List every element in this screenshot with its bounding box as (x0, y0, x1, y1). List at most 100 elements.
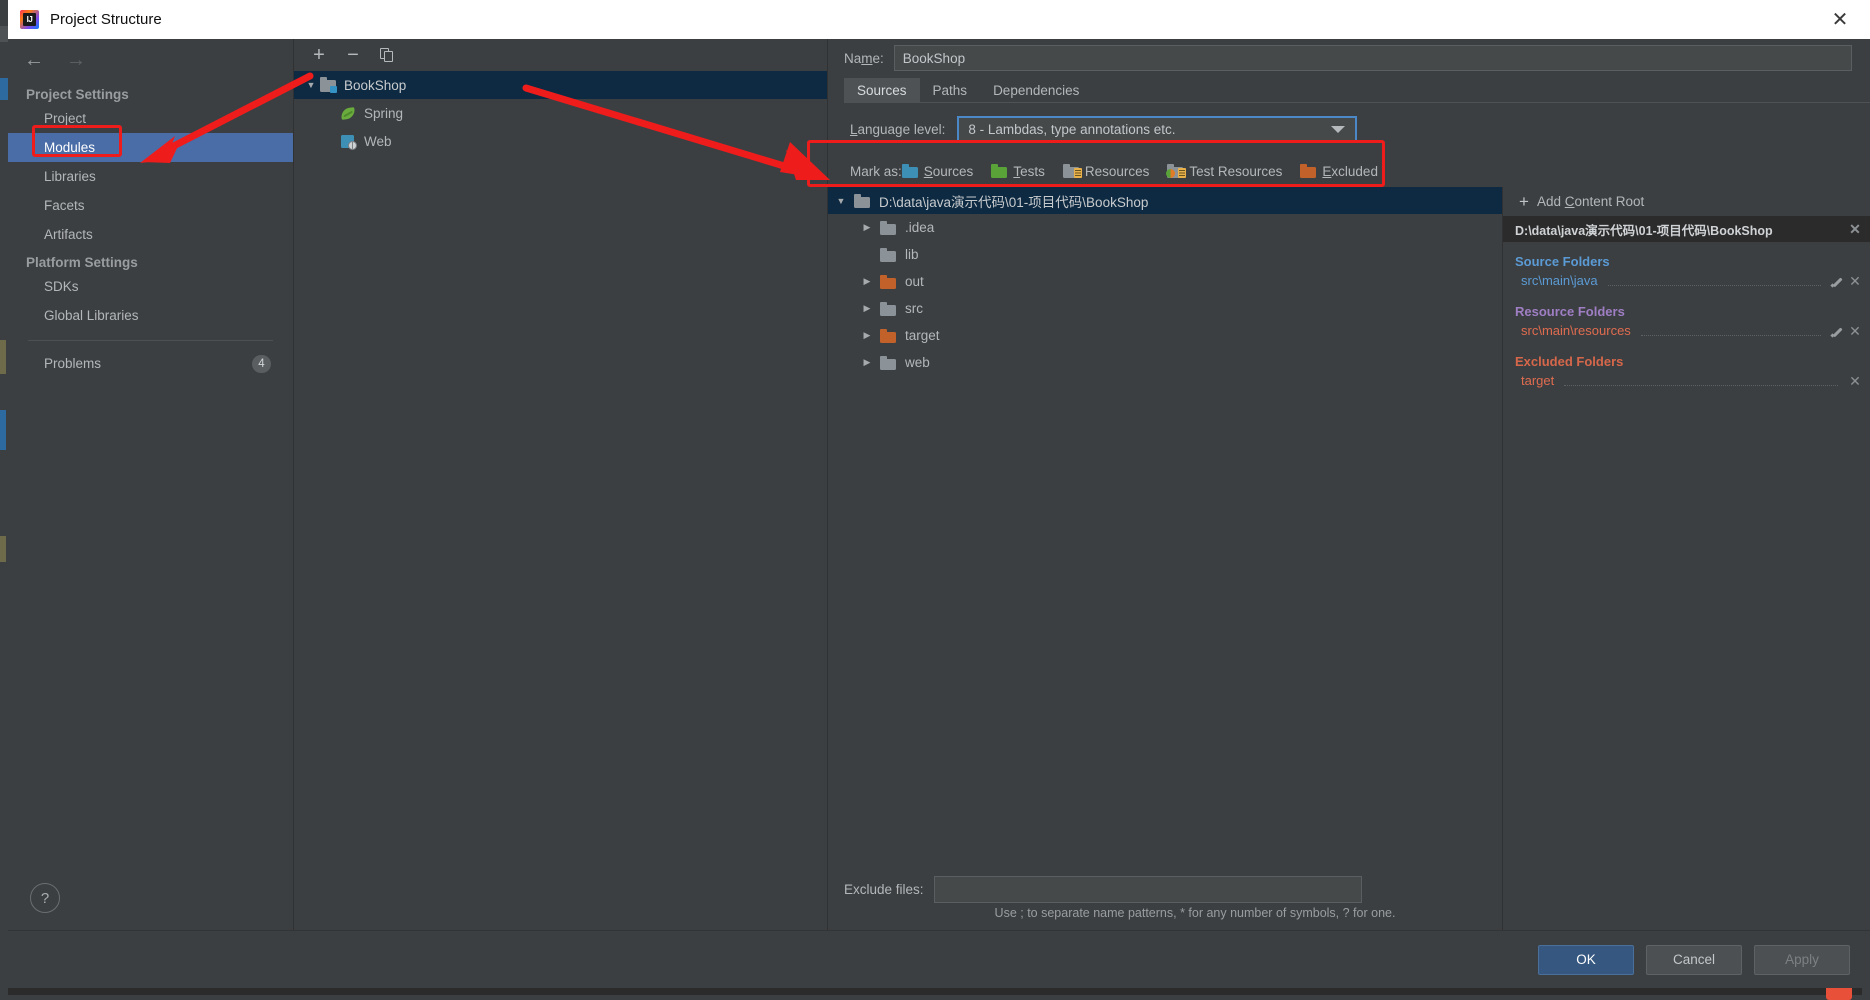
add-content-root-button[interactable]: + Add Content Root (1503, 187, 1870, 216)
mark-as-excluded-button[interactable]: Excluded (1300, 164, 1378, 179)
exclude-files-input[interactable] (933, 875, 1362, 903)
remove-resource-folder-icon[interactable]: ✕ (1848, 324, 1862, 338)
filetree-row-out[interactable]: ▶ out (828, 268, 1502, 295)
language-level-value: 8 - Lambdas, type annotations etc. (968, 121, 1176, 137)
filetree-label: D:\data\java演示代码\01-项目代码\BookShop (879, 194, 1149, 210)
filetree-row-idea[interactable]: ▶ .idea (828, 214, 1502, 241)
remove-excluded-folder-icon[interactable]: ✕ (1848, 374, 1862, 388)
excluded-folder-icon (1300, 164, 1318, 178)
dialog-title: Project Structure (50, 11, 162, 28)
language-level-label: Language level: (850, 121, 946, 137)
chevron-right-icon[interactable]: ▶ (854, 303, 880, 314)
remove-source-folder-icon[interactable]: ✕ (1848, 274, 1862, 288)
remove-content-root-icon[interactable]: ✕ (1848, 222, 1862, 236)
mark-as-sources-button[interactable]: Sources (901, 163, 974, 179)
chevron-down-icon[interactable]: ▼ (302, 80, 320, 90)
excluded-folder-path: target (1521, 373, 1555, 388)
source-folders-section: Source Folders src\main\java ✕ (1503, 254, 1870, 292)
dialog-body: ← → Project Settings Project Modules Lib… (8, 39, 1870, 930)
forward-arrow-icon[interactable]: → (66, 50, 86, 70)
mark-as-test-resources-button[interactable]: Test Resources (1166, 163, 1283, 179)
tab-dependencies[interactable]: Dependencies (980, 78, 1092, 102)
filetree-row-src[interactable]: ▶ src (828, 295, 1502, 322)
excluded-folders-title: Excluded Folders (1515, 354, 1624, 369)
language-level-select[interactable]: 8 - Lambdas, type annotations etc. (957, 115, 1358, 143)
mark-as-option-label: Sources (923, 163, 974, 179)
settings-sidebar: ← → Project Settings Project Modules Lib… (8, 39, 294, 930)
dialog-titlebar: IJ Project Structure ✕ (8, 0, 1870, 39)
chevron-down-icon[interactable]: ▼ (828, 196, 854, 206)
modules-panel: + − ▼ BookShop Spring Web (294, 39, 828, 930)
filetree-row-root[interactable]: ▼ D:\data\java演示代码\01-项目代码\BookShop (828, 187, 1502, 214)
edit-pencil-icon[interactable] (1831, 324, 1844, 337)
filetree-row-web[interactable]: ▶ web (828, 349, 1502, 376)
mark-as-resources-button[interactable]: Resources (1062, 163, 1150, 179)
module-name-value: BookShop (902, 50, 966, 66)
folder-icon (854, 193, 872, 208)
mark-as-label: Mark as: (850, 163, 902, 179)
add-module-icon[interactable]: + (306, 43, 332, 67)
sidebar-item-label: Global Libraries (44, 308, 139, 323)
sidebar-item-facets[interactable]: Facets (8, 191, 293, 220)
sidebar-item-modules[interactable]: Modules (8, 133, 293, 162)
source-folders-title: Source Folders (1515, 254, 1610, 269)
tab-paths[interactable]: Paths (920, 78, 981, 102)
exclude-files-label: Exclude files: (844, 881, 924, 897)
copy-module-icon[interactable] (374, 43, 400, 67)
chevron-right-icon[interactable]: ▶ (854, 222, 880, 233)
module-tree-row-web[interactable]: Web (294, 127, 827, 155)
excluded-folder-entry[interactable]: target ✕ (1503, 369, 1870, 392)
sidebar-item-libraries[interactable]: Libraries (8, 162, 293, 191)
module-name-row: Name: BookShop (828, 39, 1870, 77)
tab-label: Paths (932, 83, 968, 98)
dotted-filler (1607, 275, 1821, 286)
edit-pencil-icon[interactable] (1831, 274, 1844, 287)
filetree-scroll-area[interactable]: ▼ D:\data\java演示代码\01-项目代码\BookShop ▶ .i… (828, 187, 1502, 872)
tab-sources[interactable]: Sources (844, 78, 920, 102)
folder-icon (880, 301, 898, 316)
test-resources-folder-icon (1166, 164, 1187, 178)
sidebar-item-problems[interactable]: Problems 4 (8, 349, 293, 378)
sidebar-divider (28, 340, 273, 341)
chevron-right-icon[interactable]: ▶ (854, 357, 880, 368)
chevron-right-icon[interactable]: ▶ (854, 330, 880, 341)
module-tree-row-bookshop[interactable]: ▼ BookShop (294, 71, 827, 99)
help-button[interactable]: ? (30, 883, 60, 913)
close-icon[interactable]: ✕ (1818, 2, 1862, 38)
module-name-label: Name: (844, 50, 884, 66)
exclude-files-area: Exclude files: Use ; to separate name pa… (828, 872, 1502, 930)
cancel-button[interactable]: Cancel (1646, 944, 1742, 975)
mark-as-option-label: Test Resources (1189, 163, 1283, 179)
content-root-path: D:\data\java演示代码\01-项目代码\BookShop (1515, 223, 1773, 238)
content-root-filetree: ▼ D:\data\java演示代码\01-项目代码\BookShop ▶ .i… (828, 187, 1502, 930)
filetree-label: .idea (905, 220, 935, 235)
ok-button[interactable]: OK (1538, 944, 1634, 975)
module-tree-row-spring[interactable]: Spring (294, 99, 827, 127)
chevron-down-icon[interactable] (1331, 125, 1346, 133)
excluded-folder-icon (880, 328, 898, 343)
remove-module-icon[interactable]: − (340, 43, 366, 67)
sidebar-item-label: Libraries (44, 169, 96, 184)
sidebar-item-global-libraries[interactable]: Global Libraries (8, 301, 293, 330)
backdrop-marker-blue (0, 78, 8, 100)
intellij-logo-icon: IJ (20, 10, 39, 29)
mark-as-tests-button[interactable]: Tests (991, 164, 1045, 179)
folder-icon (880, 247, 898, 262)
resource-folders-title: Resource Folders (1515, 304, 1625, 319)
sidebar-item-project[interactable]: Project (8, 104, 293, 133)
resource-folder-entry[interactable]: src\main\resources ✕ (1503, 319, 1870, 342)
module-name-input[interactable]: BookShop (893, 45, 1852, 71)
sidebar-item-sdks[interactable]: SDKs (8, 272, 293, 301)
sidebar-item-artifacts[interactable]: Artifacts (8, 220, 293, 249)
module-tree-label: BookShop (344, 77, 407, 93)
filetree-row-lib[interactable]: lib (828, 241, 1502, 268)
back-arrow-icon[interactable]: ← (24, 50, 44, 70)
apply-button[interactable]: Apply (1754, 944, 1850, 975)
filetree-label: target (905, 328, 940, 343)
sidebar-item-label: Modules (44, 140, 96, 155)
mark-as-option-label: Resources (1084, 163, 1150, 179)
source-folder-entry[interactable]: src\main\java ✕ (1503, 269, 1870, 292)
tab-label: Sources (857, 83, 907, 98)
chevron-right-icon[interactable]: ▶ (854, 276, 880, 287)
filetree-row-target[interactable]: ▶ target (828, 322, 1502, 349)
